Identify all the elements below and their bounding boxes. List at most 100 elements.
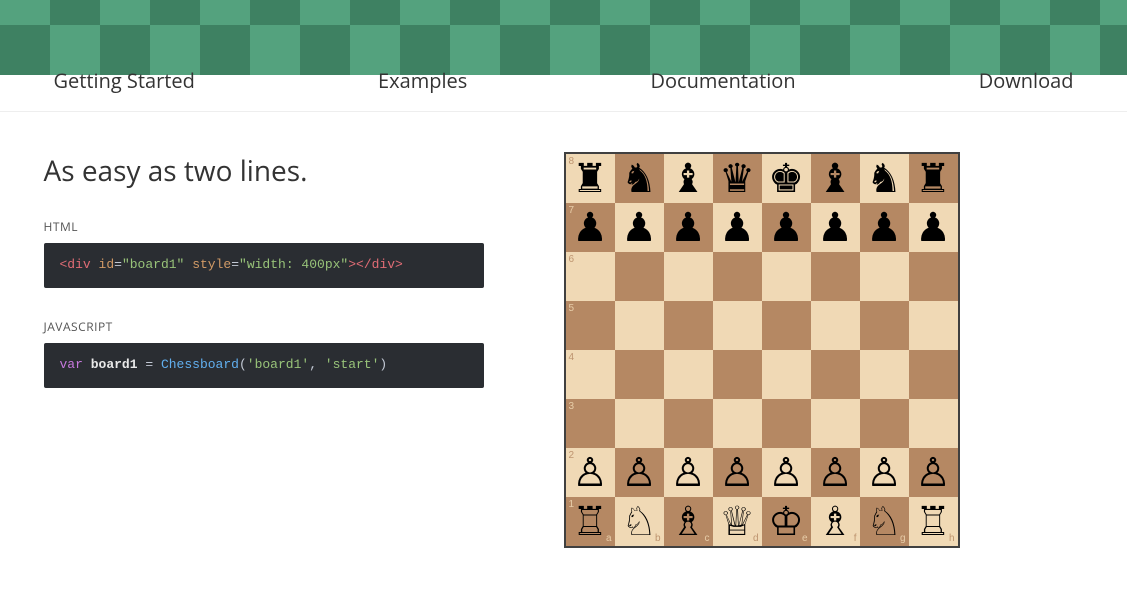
piece-wP[interactable]: ♙ — [866, 453, 902, 493]
board-square-h3[interactable] — [909, 399, 958, 448]
board-square-c5[interactable] — [664, 301, 713, 350]
piece-wR[interactable]: ♖ — [572, 502, 608, 542]
board-square-b3[interactable] — [615, 399, 664, 448]
piece-wP[interactable]: ♙ — [915, 453, 951, 493]
piece-bR[interactable]: ♜ — [915, 159, 951, 199]
piece-bP[interactable]: ♟ — [572, 208, 608, 248]
piece-bQ[interactable]: ♛ — [719, 159, 755, 199]
piece-wR[interactable]: ♖ — [915, 502, 951, 542]
board-square-d4[interactable] — [713, 350, 762, 399]
board-square-a5[interactable]: 5 — [566, 301, 615, 350]
board-square-h8[interactable]: ♜ — [909, 154, 958, 203]
piece-bP[interactable]: ♟ — [719, 208, 755, 248]
piece-wP[interactable]: ♙ — [621, 453, 657, 493]
piece-bP[interactable]: ♟ — [866, 208, 902, 248]
piece-wK[interactable]: ♔ — [768, 502, 804, 542]
board-square-d8[interactable]: ♛ — [713, 154, 762, 203]
board-square-f7[interactable]: ♟ — [811, 203, 860, 252]
board-square-c6[interactable] — [664, 252, 713, 301]
chessboard[interactable]: 8♜♞♝♛♚♝♞♜7♟♟♟♟♟♟♟♟65432♙♙♙♙♙♙♙♙1a♖b♘c♗d♕… — [564, 152, 960, 548]
board-square-d6[interactable] — [713, 252, 762, 301]
nav-getting-started[interactable]: Getting Started — [44, 67, 205, 94]
nav-examples[interactable]: Examples — [368, 67, 477, 94]
piece-wP[interactable]: ♙ — [719, 453, 755, 493]
board-square-f6[interactable] — [811, 252, 860, 301]
piece-bP[interactable]: ♟ — [817, 208, 853, 248]
board-square-g7[interactable]: ♟ — [860, 203, 909, 252]
nav-documentation[interactable]: Documentation — [640, 67, 805, 94]
board-square-h4[interactable] — [909, 350, 958, 399]
board-square-a6[interactable]: 6 — [566, 252, 615, 301]
piece-wQ[interactable]: ♕ — [719, 502, 755, 542]
board-square-e6[interactable] — [762, 252, 811, 301]
piece-wP[interactable]: ♙ — [817, 453, 853, 493]
piece-wB[interactable]: ♗ — [817, 502, 853, 542]
piece-bB[interactable]: ♝ — [670, 159, 706, 199]
piece-wN[interactable]: ♘ — [621, 502, 657, 542]
board-square-d2[interactable]: ♙ — [713, 448, 762, 497]
board-square-d7[interactable]: ♟ — [713, 203, 762, 252]
piece-bB[interactable]: ♝ — [817, 159, 853, 199]
board-square-a7[interactable]: 7♟ — [566, 203, 615, 252]
board-square-b2[interactable]: ♙ — [615, 448, 664, 497]
board-square-g4[interactable] — [860, 350, 909, 399]
piece-bP[interactable]: ♟ — [670, 208, 706, 248]
board-square-f3[interactable] — [811, 399, 860, 448]
board-square-d3[interactable] — [713, 399, 762, 448]
piece-bP[interactable]: ♟ — [915, 208, 951, 248]
board-square-f4[interactable] — [811, 350, 860, 399]
board-square-e1[interactable]: e♔ — [762, 497, 811, 546]
board-square-e7[interactable]: ♟ — [762, 203, 811, 252]
board-square-e4[interactable] — [762, 350, 811, 399]
nav-download[interactable]: Download — [969, 67, 1084, 94]
board-square-c8[interactable]: ♝ — [664, 154, 713, 203]
board-square-c2[interactable]: ♙ — [664, 448, 713, 497]
board-square-c7[interactable]: ♟ — [664, 203, 713, 252]
board-square-b6[interactable] — [615, 252, 664, 301]
piece-bR[interactable]: ♜ — [572, 159, 608, 199]
board-square-h1[interactable]: h♖ — [909, 497, 958, 546]
board-square-c4[interactable] — [664, 350, 713, 399]
piece-wP[interactable]: ♙ — [670, 453, 706, 493]
board-square-e2[interactable]: ♙ — [762, 448, 811, 497]
board-square-c3[interactable] — [664, 399, 713, 448]
board-square-g1[interactable]: g♘ — [860, 497, 909, 546]
board-square-f5[interactable] — [811, 301, 860, 350]
board-square-a8[interactable]: 8♜ — [566, 154, 615, 203]
board-square-h5[interactable] — [909, 301, 958, 350]
board-square-b1[interactable]: b♘ — [615, 497, 664, 546]
board-square-b7[interactable]: ♟ — [615, 203, 664, 252]
board-square-g6[interactable] — [860, 252, 909, 301]
piece-bN[interactable]: ♞ — [621, 159, 657, 199]
piece-wP[interactable]: ♙ — [768, 453, 804, 493]
board-square-f8[interactable]: ♝ — [811, 154, 860, 203]
board-square-e5[interactable] — [762, 301, 811, 350]
board-square-f1[interactable]: f♗ — [811, 497, 860, 546]
board-square-g5[interactable] — [860, 301, 909, 350]
piece-bK[interactable]: ♚ — [768, 159, 804, 199]
piece-wB[interactable]: ♗ — [670, 502, 706, 542]
board-square-a2[interactable]: 2♙ — [566, 448, 615, 497]
board-square-a3[interactable]: 3 — [566, 399, 615, 448]
piece-wN[interactable]: ♘ — [866, 502, 902, 542]
board-square-e3[interactable] — [762, 399, 811, 448]
board-square-b4[interactable] — [615, 350, 664, 399]
board-square-e8[interactable]: ♚ — [762, 154, 811, 203]
board-square-b8[interactable]: ♞ — [615, 154, 664, 203]
piece-wP[interactable]: ♙ — [572, 453, 608, 493]
board-square-a1[interactable]: 1a♖ — [566, 497, 615, 546]
board-square-g2[interactable]: ♙ — [860, 448, 909, 497]
piece-bP[interactable]: ♟ — [621, 208, 657, 248]
board-square-c1[interactable]: c♗ — [664, 497, 713, 546]
board-square-d5[interactable] — [713, 301, 762, 350]
piece-bN[interactable]: ♞ — [866, 159, 902, 199]
board-square-g8[interactable]: ♞ — [860, 154, 909, 203]
board-square-h2[interactable]: ♙ — [909, 448, 958, 497]
board-square-b5[interactable] — [615, 301, 664, 350]
board-square-h7[interactable]: ♟ — [909, 203, 958, 252]
board-square-a4[interactable]: 4 — [566, 350, 615, 399]
board-square-h6[interactable] — [909, 252, 958, 301]
board-square-f2[interactable]: ♙ — [811, 448, 860, 497]
board-square-d1[interactable]: d♕ — [713, 497, 762, 546]
piece-bP[interactable]: ♟ — [768, 208, 804, 248]
